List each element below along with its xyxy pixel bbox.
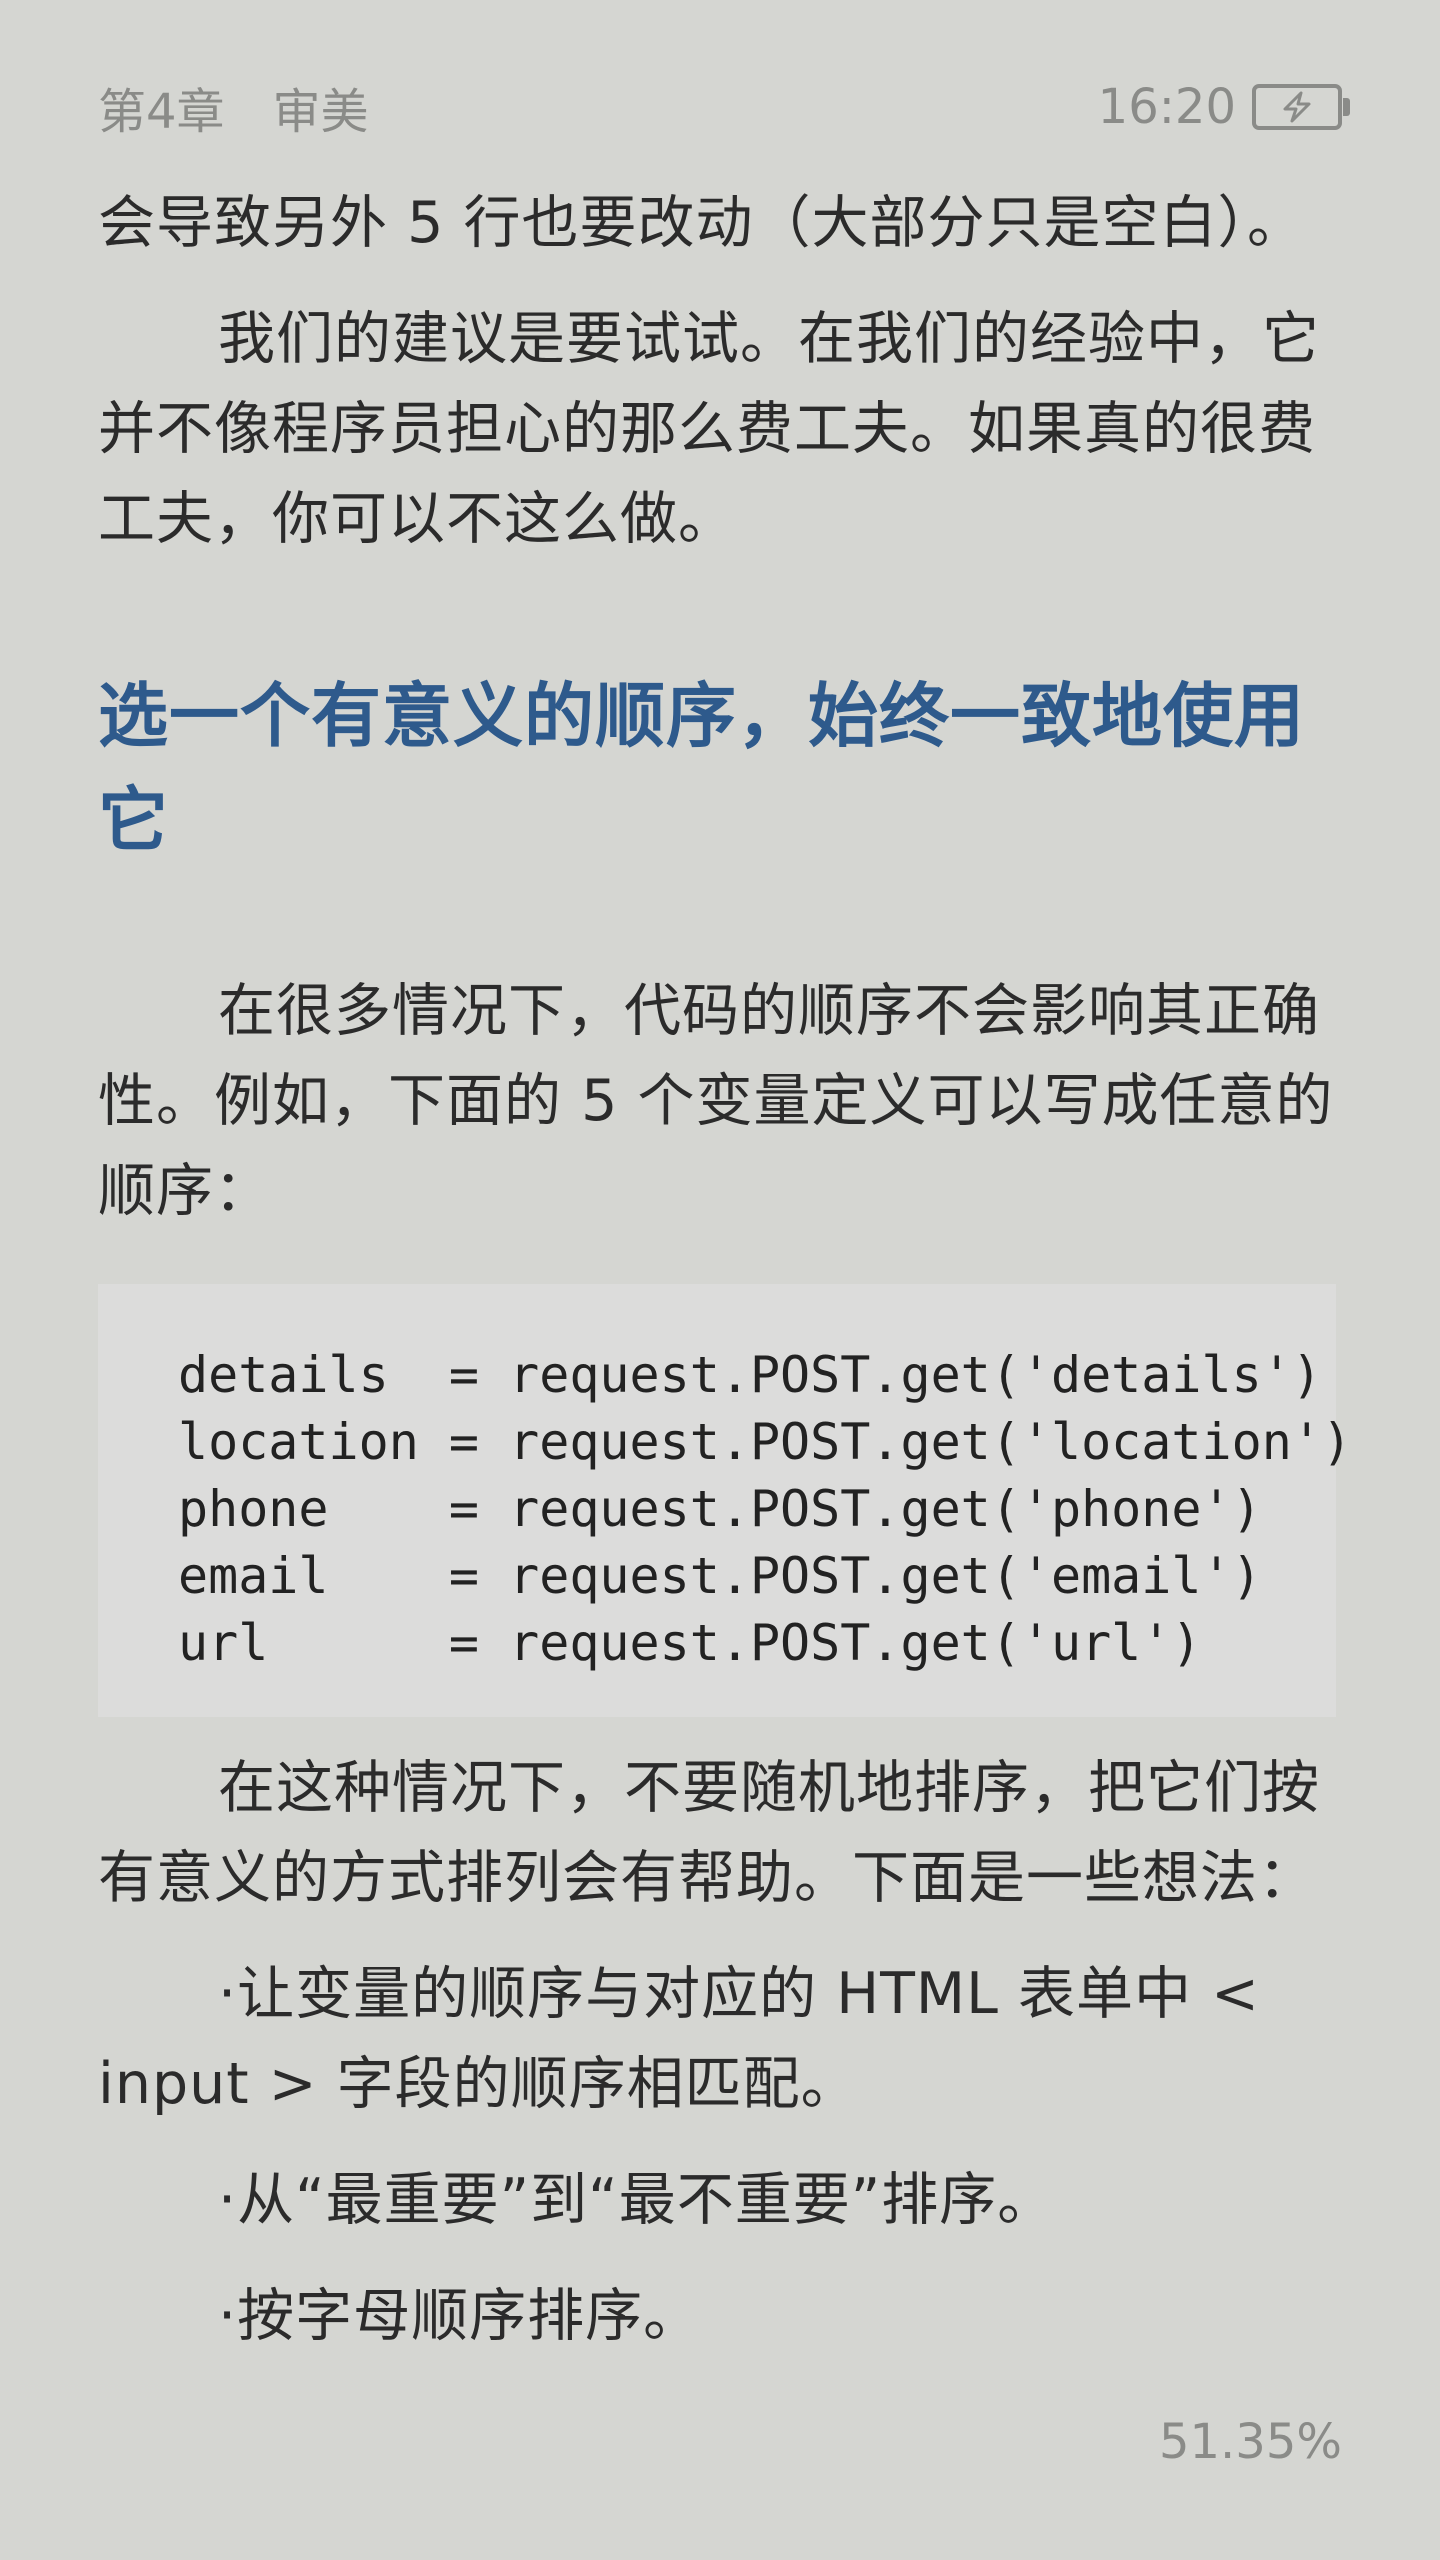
- code-line: details = request.POST.get('details'): [178, 1346, 1322, 1404]
- status-bar: 第4章 审美 16:20: [98, 72, 1350, 142]
- clock-time: 16:20: [1097, 79, 1236, 135]
- section-heading: 选一个有意义的顺序，始终一致地使用它: [98, 675, 1305, 861]
- paragraph-continuation: 会导致另外 5 行也要改动（大部分只是空白）。: [98, 190, 1306, 256]
- chapter-label: 第4章: [98, 84, 225, 140]
- paragraph-suggestion: 我们的建议是要试试。在我们的经验中，它并不像程序员担心的那么费工夫。如果真的很费…: [98, 306, 1320, 552]
- code-block: details = request.POST.get('details') lo…: [98, 1284, 1352, 1717]
- clock-battery: 16:20: [1097, 79, 1350, 135]
- reading-progress: 51.35%: [1158, 2414, 1342, 2470]
- bullet-item: ·按字母顺序排序。: [218, 2283, 702, 2349]
- code-line: url = request.POST.get('url'): [178, 1614, 1202, 1672]
- code-line: email = request.POST.get('email'): [178, 1547, 1262, 1605]
- code-line: location = request.POST.get('location'): [178, 1413, 1352, 1471]
- reader-page: 会导致另外 5 行也要改动（大部分只是空白）。 我们的建议是要试试。在我们的经验…: [98, 178, 1352, 2361]
- chapter-info: 第4章 审美: [98, 72, 369, 142]
- paragraph-order-intro: 在很多情况下，代码的顺序不会影响其正确性。例如，下面的 5 个变量定义可以写成任…: [98, 978, 1334, 1224]
- section-label: 审美: [272, 84, 369, 140]
- code-line: phone = request.POST.get('phone'): [178, 1480, 1262, 1538]
- lightning-bolt-icon: [1283, 91, 1311, 123]
- battery-charging-icon: [1252, 84, 1350, 130]
- paragraph-ideas-intro: 在这种情况下，不要随机地排序，把它们按有意义的方式排列会有帮助。下面是一些想法：: [98, 1755, 1320, 1911]
- bullet-item: ·从“最重要”到“最不重要”排序。: [218, 2167, 1056, 2233]
- bullet-item: ·让变量的顺序与对应的 HTML 表单中 < input > 字段的顺序相匹配。: [98, 1961, 1260, 2117]
